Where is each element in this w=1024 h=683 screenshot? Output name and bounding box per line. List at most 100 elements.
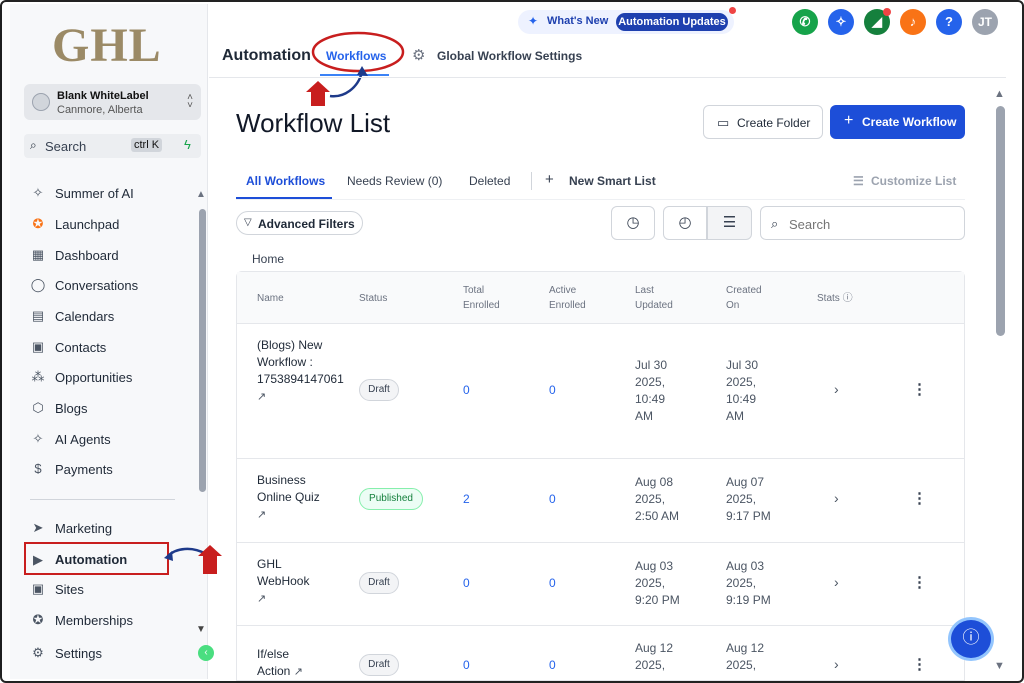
row-menu-kebab-icon[interactable]: ⋮ bbox=[912, 380, 927, 398]
advanced-filters-label: Advanced Filters bbox=[258, 217, 355, 231]
external-link-icon[interactable]: ↗ bbox=[257, 593, 266, 605]
column-header-status[interactable]: Status bbox=[359, 291, 387, 306]
created-on: Aug 03 2025, 9:19 PM bbox=[726, 559, 771, 607]
clock-icon[interactable]: ◴ bbox=[663, 206, 707, 240]
main-scrollbar[interactable] bbox=[996, 106, 1005, 336]
folder-icon: ▭ bbox=[717, 115, 730, 130]
sidebar-item-summer-of-ai[interactable]: ✧ Summer of AI bbox=[28, 181, 198, 205]
column-header-active-enrolled[interactable]: Active Enrolled bbox=[549, 283, 599, 313]
notification-dot bbox=[729, 7, 736, 14]
bell-icon[interactable]: ♪ bbox=[900, 9, 926, 35]
tab-deleted[interactable]: Deleted bbox=[469, 174, 510, 188]
chat-support-icon[interactable]: ⓘ bbox=[948, 617, 994, 661]
chevron-right-icon[interactable]: › bbox=[834, 381, 839, 397]
external-link-icon[interactable]: ↗ bbox=[257, 509, 266, 521]
whats-new-pill[interactable]: ✦ What's New Automation Updates bbox=[518, 7, 736, 34]
sidebar-item-ai-agents[interactable]: ✧ AI Agents bbox=[28, 427, 198, 451]
table-row-name[interactable]: GHL WebHook ↗ bbox=[257, 556, 319, 608]
history-icon[interactable]: ◷ bbox=[611, 206, 655, 240]
magic-wand-icon[interactable]: ✧ bbox=[828, 9, 854, 35]
sidebar-item-label: Memberships bbox=[55, 613, 134, 628]
announcement-icon[interactable]: ◢ bbox=[864, 8, 891, 35]
table-header bbox=[237, 272, 964, 324]
external-link-icon[interactable]: ↗ bbox=[294, 666, 303, 678]
tab-global-workflow-settings[interactable]: Global Workflow Settings bbox=[437, 49, 582, 63]
customize-list-button[interactable]: ☰ Customize List bbox=[853, 174, 956, 188]
column-header-created-on[interactable]: Created On bbox=[726, 283, 776, 313]
scroll-up-arrow-icon[interactable]: ▲ bbox=[994, 88, 1005, 100]
row-menu-kebab-icon[interactable]: ⋮ bbox=[912, 489, 927, 507]
scroll-down-arrow-icon[interactable]: ▼ bbox=[994, 660, 1005, 672]
column-header-total-enrolled[interactable]: Total Enrolled bbox=[463, 283, 513, 313]
active-enrolled[interactable]: 0 bbox=[549, 657, 556, 674]
sidebar-item-payments[interactable]: $ Payments bbox=[28, 457, 198, 481]
tab-needs-review[interactable]: Needs Review (0) bbox=[347, 174, 442, 188]
table-row-name[interactable]: (Blogs) New Workflow : 1753894147061 ↗ bbox=[257, 337, 344, 406]
sidebar-search[interactable]: ⌕ Search ctrl K ϟ bbox=[24, 134, 201, 158]
column-header-last-updated[interactable]: Last Updated bbox=[635, 283, 685, 313]
tab-all-workflows[interactable]: All Workflows bbox=[246, 174, 325, 188]
list-view-icon[interactable]: ☰ bbox=[707, 206, 752, 240]
column-header-name[interactable]: Name bbox=[257, 291, 284, 306]
sidebar-item-automation[interactable]: ▶ Automation bbox=[24, 542, 169, 575]
help-button[interactable]: ? bbox=[936, 9, 962, 35]
sidebar-item-blogs[interactable]: ⬡ Blogs bbox=[28, 396, 198, 420]
total-enrolled[interactable]: 0 bbox=[463, 382, 470, 399]
info-icon: ⓘ bbox=[842, 293, 853, 304]
active-enrolled[interactable]: 0 bbox=[549, 382, 556, 399]
total-enrolled[interactable]: 0 bbox=[463, 657, 470, 674]
create-folder-button[interactable]: ▭ Create Folder bbox=[703, 105, 823, 139]
lightning-icon[interactable]: ϟ bbox=[184, 137, 191, 152]
row-menu-kebab-icon[interactable]: ⋮ bbox=[912, 655, 927, 673]
total-enrolled[interactable]: 0 bbox=[463, 575, 470, 592]
sidebar-item-opportunities[interactable]: ⁂ Opportunities bbox=[28, 365, 198, 389]
sidebar-item-settings[interactable]: ⚙ Settings bbox=[28, 641, 198, 665]
status-badge: Published bbox=[359, 488, 423, 510]
row-menu-kebab-icon[interactable]: ⋮ bbox=[912, 573, 927, 591]
sidebar-item-contacts[interactable]: ▣ Contacts bbox=[28, 335, 198, 359]
sidebar-item-marketing[interactable]: ➤ Marketing bbox=[28, 516, 198, 540]
account-switcher[interactable]: Blank WhiteLabel Canmore, Alberta ˄ ˅ bbox=[24, 84, 201, 120]
sidebar-item-label: Contacts bbox=[55, 340, 107, 355]
phone-icon[interactable]: ✆ bbox=[792, 9, 818, 35]
automation-updates-badge[interactable]: Automation Updates bbox=[616, 13, 728, 31]
sidebar-scrollbar[interactable] bbox=[199, 209, 206, 492]
new-smart-list-button[interactable]: New Smart List bbox=[569, 174, 656, 188]
user-avatar[interactable]: JT bbox=[972, 9, 998, 35]
create-workflow-button[interactable]: + Create Workflow bbox=[830, 105, 965, 139]
sidebar-item-conversations[interactable]: ◯ Conversations bbox=[28, 273, 198, 297]
chevron-right-icon[interactable]: › bbox=[834, 574, 839, 590]
sidebar-item-memberships[interactable]: ✪ Memberships bbox=[28, 608, 198, 632]
create-workflow-label: Create Workflow bbox=[862, 115, 957, 129]
sidebar-item-calendars[interactable]: ▤ Calendars bbox=[28, 304, 198, 328]
notification-dot bbox=[883, 8, 891, 16]
sidebar-item-launchpad[interactable]: ✪ Launchpad bbox=[28, 212, 198, 236]
plus-icon: + bbox=[545, 171, 554, 188]
scroll-down-arrow-icon[interactable]: ▼ bbox=[196, 624, 206, 635]
sidebar-item-label: Payments bbox=[55, 462, 113, 477]
gear-icon: ⚙ bbox=[32, 645, 44, 660]
advanced-filters-button[interactable]: ▽ Advanced Filters bbox=[236, 211, 363, 235]
sidebar-item-dashboard[interactable]: ▦ Dashboard bbox=[28, 243, 198, 267]
last-updated: Jul 30 2025, 10:49 AM bbox=[635, 358, 668, 423]
search-input[interactable] bbox=[789, 214, 959, 234]
columns-icon: ☰ bbox=[853, 174, 864, 188]
active-enrolled[interactable]: 0 bbox=[549, 575, 556, 592]
chevron-right-icon[interactable]: › bbox=[834, 656, 839, 672]
collapse-sidebar-button[interactable]: ‹ bbox=[198, 645, 214, 661]
total-enrolled[interactable]: 2 bbox=[463, 491, 470, 508]
column-header-stats[interactable]: Stats ⓘ bbox=[817, 291, 853, 306]
external-link-icon[interactable]: ↗ bbox=[257, 391, 266, 403]
create-folder-label: Create Folder bbox=[737, 116, 811, 130]
chevron-right-icon[interactable]: › bbox=[834, 490, 839, 506]
last-updated: Aug 12 2025, bbox=[635, 641, 674, 672]
opportunity-icon: ⁂ bbox=[31, 369, 45, 384]
table-row-name[interactable]: Business Online Quiz ↗ bbox=[257, 472, 322, 524]
table-row-name[interactable]: If/else Action ↗ bbox=[257, 646, 307, 681]
active-enrolled[interactable]: 0 bbox=[549, 491, 556, 508]
sidebar-item-label: Dashboard bbox=[55, 248, 119, 263]
breadcrumb[interactable]: Home bbox=[252, 252, 284, 266]
workflow-search[interactable]: ⌕ bbox=[760, 206, 965, 240]
active-filter-tab-indicator bbox=[236, 197, 332, 199]
last-updated: Aug 03 2025, 9:20 PM bbox=[635, 559, 680, 607]
